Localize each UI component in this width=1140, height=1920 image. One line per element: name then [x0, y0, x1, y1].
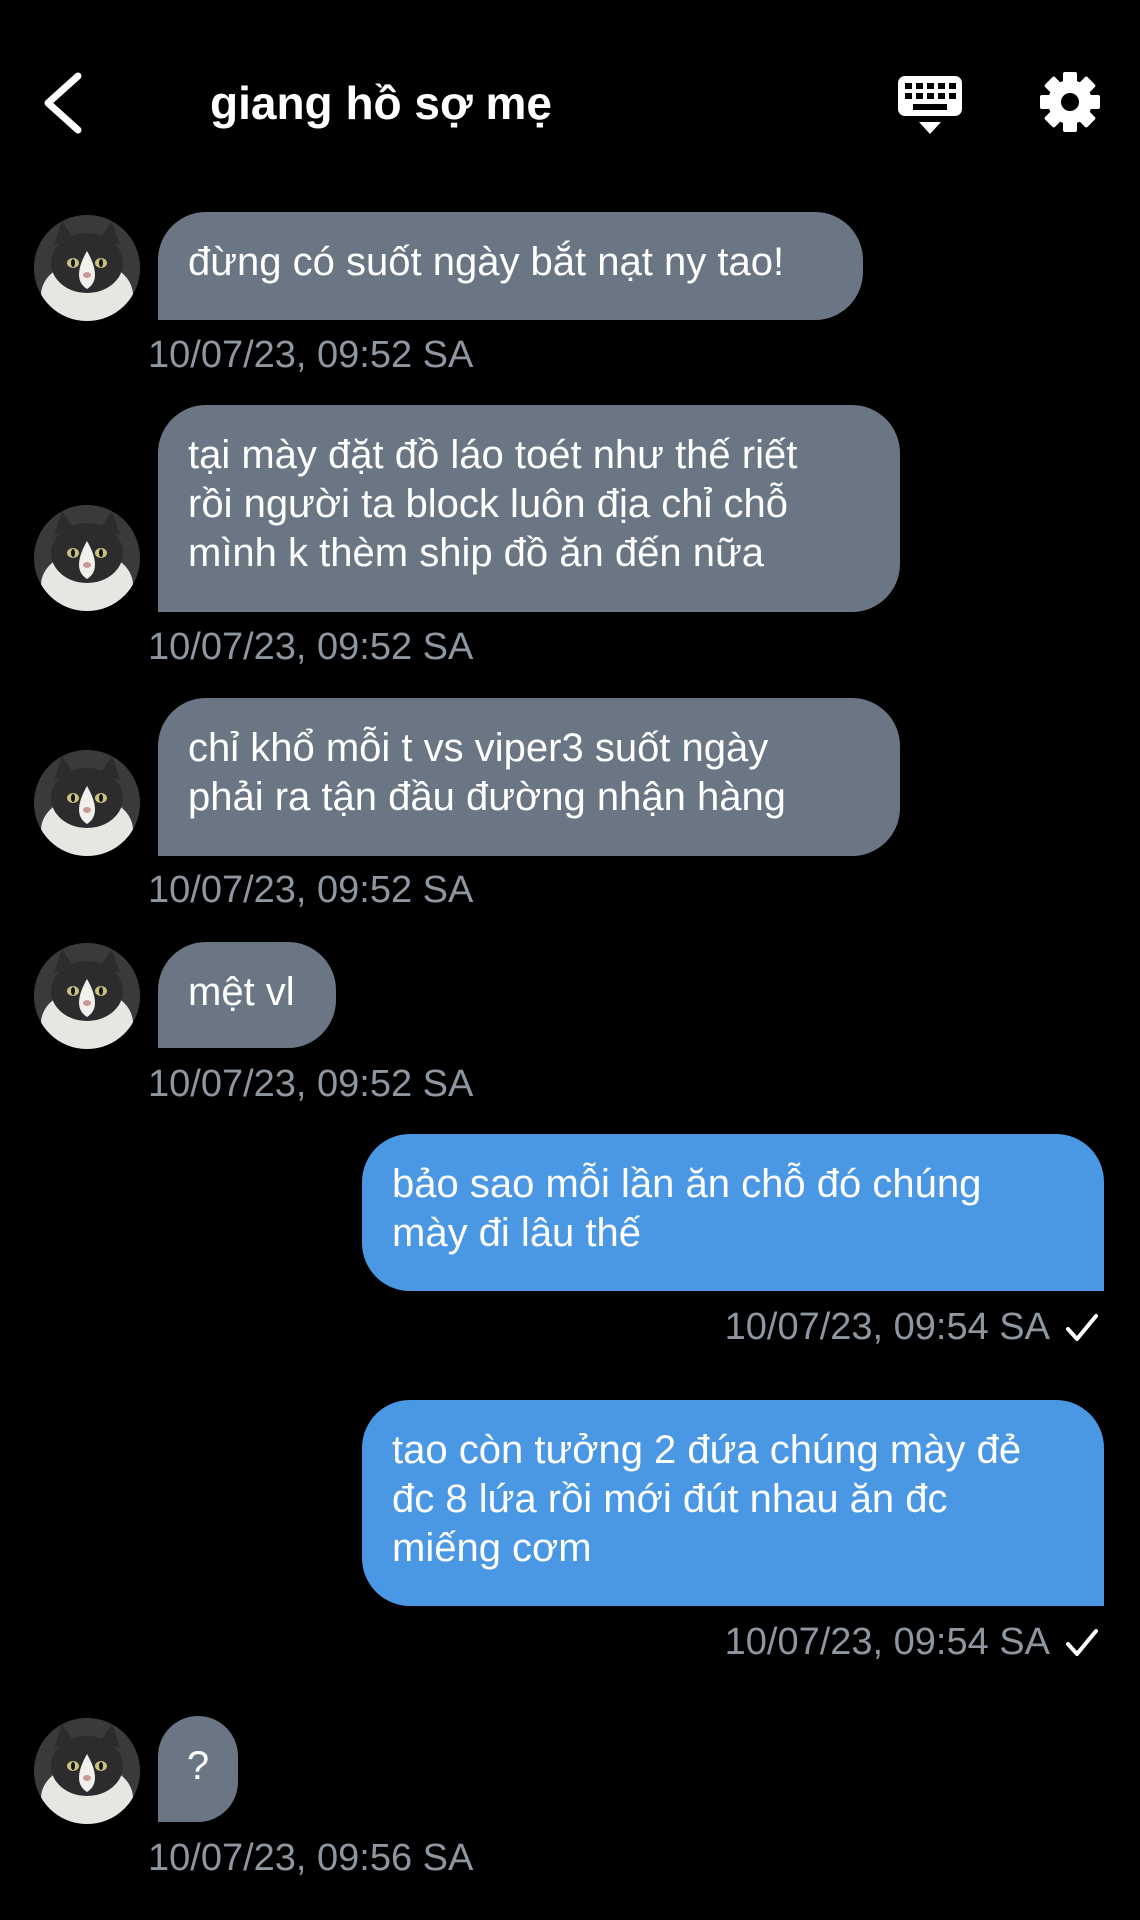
message-timestamp: 10/07/23, 09:52 SA	[148, 626, 474, 668]
cat-avatar-icon	[34, 215, 140, 321]
message-bubble-outgoing[interactable]: bảo sao mỗi lần ăn chỗ đó chúng mày đi l…	[362, 1134, 1104, 1291]
chat-header: giang hồ sợ mẹ	[0, 0, 1140, 210]
avatar[interactable]	[34, 505, 140, 611]
chevron-left-icon	[44, 72, 82, 134]
checkmark-icon	[1066, 1629, 1098, 1656]
message-timestamp: 10/07/23, 09:56 SA	[148, 1837, 474, 1879]
message-timestamp: 10/07/23, 09:52 SA	[148, 869, 474, 911]
message-bubble-incoming[interactable]: tại mày đặt đồ láo toét như thế riết rồi…	[158, 405, 900, 612]
avatar[interactable]	[34, 943, 140, 1049]
cat-avatar-icon	[34, 1718, 140, 1824]
message-timestamp: 10/07/23, 09:52 SA	[148, 334, 474, 376]
avatar[interactable]	[34, 750, 140, 856]
cat-avatar-icon	[34, 943, 140, 1049]
message-timestamp: 10/07/23, 09:54 SA	[724, 1621, 1050, 1663]
message-timestamp: 10/07/23, 09:52 SA	[148, 1063, 474, 1105]
settings-button[interactable]	[1038, 70, 1102, 134]
cat-avatar-icon	[34, 505, 140, 611]
chat-title: giang hồ sợ mẹ	[210, 77, 552, 129]
avatar[interactable]	[34, 215, 140, 321]
avatar[interactable]	[34, 1718, 140, 1824]
back-button[interactable]	[36, 68, 96, 138]
message-bubble-incoming[interactable]: ?	[158, 1716, 238, 1822]
message-bubble-incoming[interactable]: mệt vl	[158, 942, 336, 1048]
keyboard-button[interactable]	[895, 72, 965, 138]
message-bubble-incoming[interactable]: đừng có suốt ngày bắt nạt ny tao!	[158, 212, 863, 320]
message-bubble-incoming[interactable]: chỉ khổ mỗi t vs viper3 suốt ngày phải r…	[158, 698, 900, 856]
keyboard-icon	[898, 76, 962, 134]
message-timestamp: 10/07/23, 09:54 SA	[724, 1306, 1050, 1348]
cat-avatar-icon	[34, 750, 140, 856]
checkmark-icon	[1066, 1314, 1098, 1341]
message-bubble-outgoing[interactable]: tao còn tưởng 2 đứa chúng mày đẻ đc 8 lứ…	[362, 1400, 1104, 1606]
gear-icon	[1040, 72, 1100, 132]
